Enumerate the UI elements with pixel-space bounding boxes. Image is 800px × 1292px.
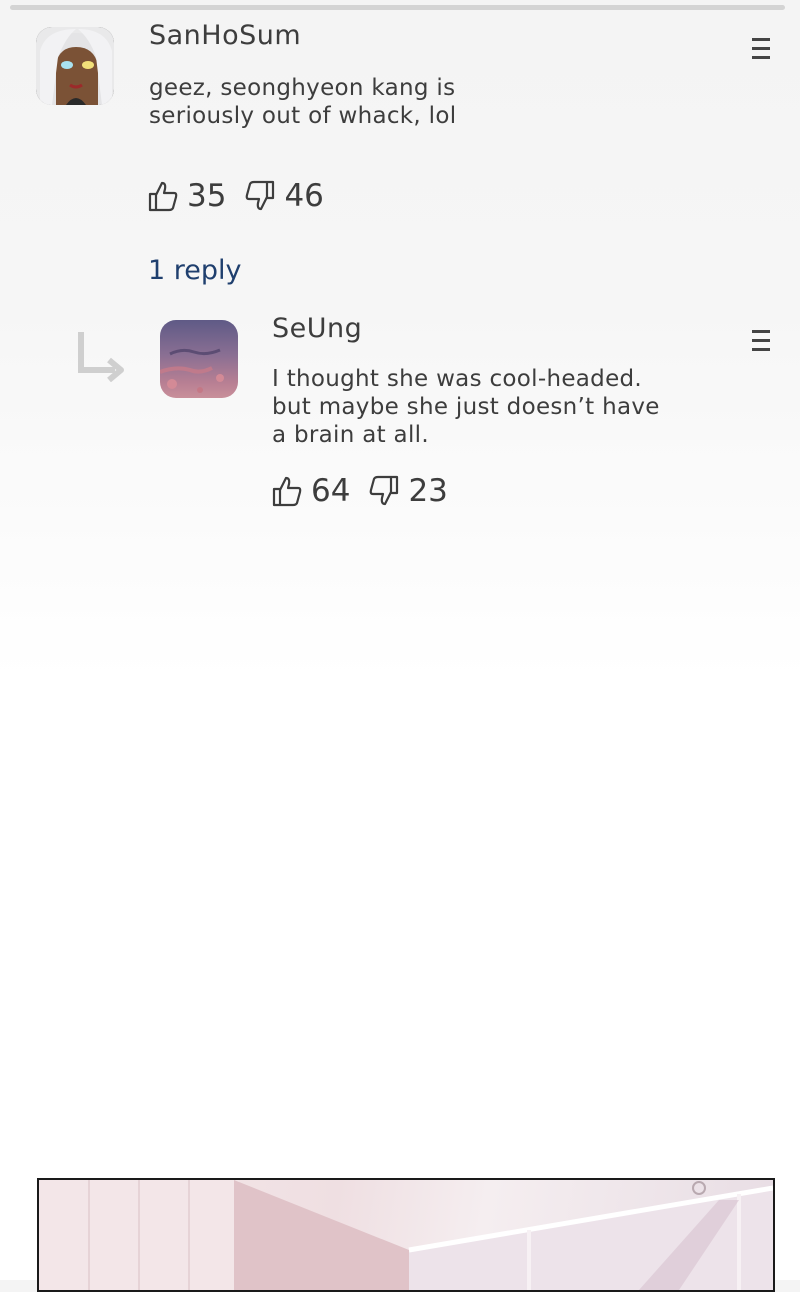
thumbs-up-icon[interactable]: [147, 180, 179, 212]
reply-text-line: a brain at all.: [272, 422, 429, 448]
thumbs-down-icon[interactable]: [368, 475, 400, 507]
reply-text-line: but maybe she just doesn’t have: [272, 394, 660, 420]
dislike-count: 23: [408, 473, 448, 509]
comment-text-line: geez, seonghyeon kang is: [149, 75, 456, 101]
reply-avatar[interactable]: [160, 320, 238, 398]
more-menu-icon[interactable]: [752, 38, 770, 64]
reply-text-line: I thought she was cool-headed.: [272, 366, 643, 392]
reply-more-menu-icon[interactable]: [752, 330, 770, 356]
comment-vote-bar: 35 46: [147, 178, 342, 214]
like-count: 35: [187, 178, 227, 214]
avatar[interactable]: [36, 27, 114, 105]
thumbs-down-icon[interactable]: [244, 180, 276, 212]
scroll-indicator: [10, 5, 785, 10]
comment-text-line: seriously out of whack, lol: [149, 103, 457, 129]
reply-vote-bar: 64 23: [271, 473, 466, 509]
thumbs-up-icon[interactable]: [271, 475, 303, 507]
reply-arrow-icon: [78, 332, 124, 382]
replies-link[interactable]: 1 reply: [148, 255, 242, 286]
comment-username[interactable]: SanHoSum: [149, 20, 301, 51]
dislike-count: 46: [284, 178, 324, 214]
comic-panel: [37, 1178, 775, 1292]
reply-username[interactable]: SeUng: [272, 313, 362, 344]
like-count: 64: [311, 473, 351, 509]
